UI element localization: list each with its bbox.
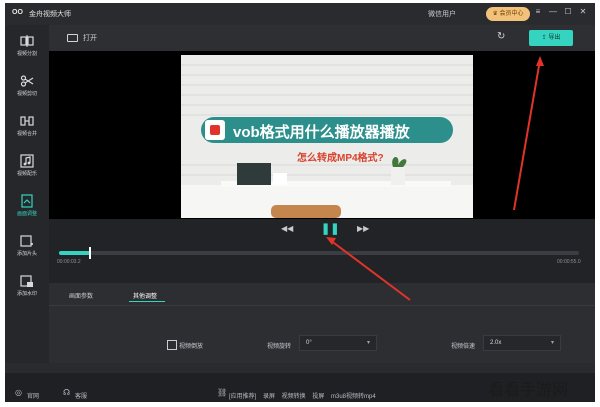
- sidebar-item-adjust[interactable]: 画面调整: [5, 189, 49, 225]
- support-link[interactable]: 客服: [75, 391, 87, 400]
- current-time: 00:00:03.2: [57, 259, 81, 265]
- user-link[interactable]: 微信用户: [428, 9, 456, 19]
- playback-controls: ◀◀ ❚❚ ▶▶ 00:00:03.2 00:00:55.0: [49, 219, 595, 283]
- sidebar-item-cut[interactable]: 视频剪切: [5, 69, 49, 105]
- app-title: 金舟视频大师: [29, 11, 71, 18]
- export-button[interactable]: ⇪ 导出: [529, 30, 573, 46]
- sidebar-item-label: 视频配乐: [16, 171, 37, 177]
- app-logo: OO: [12, 9, 23, 16]
- speed-value: 2.0x: [490, 340, 502, 346]
- crown-icon: ♛: [492, 11, 500, 17]
- sidebar-item-label: 添加水印: [16, 291, 37, 297]
- chevron-down-icon: ▾: [550, 340, 554, 346]
- globe-icon: ◎: [15, 388, 22, 397]
- sidebar-item-intro[interactable]: 添加片头: [5, 229, 49, 265]
- merge-icon: [20, 116, 34, 126]
- video-subtitle-text: 怎么转成MP4格式?: [297, 153, 384, 164]
- sidebar-item-label: 视频合并: [16, 131, 37, 137]
- video-title-badge: [205, 120, 225, 140]
- maximize-icon[interactable]: ☐: [563, 7, 573, 16]
- play-logo-icon: [210, 125, 220, 135]
- link-icon: ⛓: [217, 388, 228, 397]
- title-bar: OO 金舟视频大师 微信用户 ♛ 会员中心 ≡ — ☐ ✕: [5, 3, 595, 25]
- recommended-apps[interactable]: [应用推荐] 录屏 视频转换 投屏 m3u8视频转mp4: [229, 391, 376, 400]
- vip-center-button[interactable]: ♛ 会员中心: [486, 7, 530, 21]
- adjust-icon: [21, 194, 33, 208]
- headset-icon: ☊: [63, 388, 71, 397]
- watermark-icon: [20, 275, 33, 287]
- open-button[interactable]: 打开: [67, 33, 97, 43]
- timeline-handle[interactable]: [89, 247, 92, 259]
- scissors-icon: [20, 75, 34, 87]
- sidebar-item-label: 画面调整: [16, 211, 37, 217]
- intro-icon: [20, 235, 33, 247]
- sidebar: 视频分割 视频剪切 视频合并 视频配乐 画面调整 添加片头 添加水印: [5, 25, 49, 363]
- rotate-select[interactable]: 0° ▾: [299, 335, 377, 351]
- folder-icon: [67, 34, 78, 43]
- timeline-progress: [59, 251, 91, 255]
- rotate-value: 0°: [306, 340, 312, 346]
- fast-forward-icon[interactable]: ▶▶: [357, 224, 369, 233]
- site-watermark: 看看手游网: [488, 382, 569, 399]
- close-icon[interactable]: ✕: [578, 7, 588, 16]
- refresh-icon[interactable]: ↻: [497, 31, 505, 42]
- minimize-icon[interactable]: —: [548, 7, 558, 16]
- rewind-icon[interactable]: ◀◀: [281, 224, 293, 233]
- reverse-checkbox[interactable]: [167, 340, 177, 350]
- sidebar-item-merge[interactable]: 视频合并: [5, 109, 49, 145]
- rotate-label: 视频旋转: [267, 344, 292, 350]
- official-site-link[interactable]: 官网: [27, 391, 39, 400]
- speed-select[interactable]: 2.0x ▾: [483, 335, 561, 351]
- video-title-text: vob格式用什么播放器播放: [233, 124, 410, 141]
- open-label: 打开: [83, 35, 97, 42]
- total-time: 00:00:55.0: [557, 259, 581, 265]
- app-window: OO 金舟视频大师 微信用户 ♛ 会员中心 ≡ — ☐ ✕ 视频分割 视频剪切 …: [5, 3, 595, 402]
- video-preview[interactable]: vob格式用什么播放器播放 怎么转成MP4格式?: [49, 51, 595, 219]
- timeline-track[interactable]: [59, 247, 579, 259]
- sidebar-item-music[interactable]: 视频配乐: [5, 149, 49, 185]
- music-icon: [20, 154, 34, 168]
- sidebar-item-watermark[interactable]: 添加水印: [5, 269, 49, 305]
- sidebar-item-label: 视频剪切: [16, 91, 37, 97]
- pause-icon[interactable]: ❚❚: [321, 222, 339, 235]
- chevron-down-icon: ▾: [366, 340, 370, 346]
- vip-label: 会员中心: [499, 11, 524, 17]
- speed-label: 视频倍速: [451, 344, 476, 350]
- sidebar-item-label: 添加片头: [16, 251, 37, 257]
- menu-icon[interactable]: ≡: [533, 7, 543, 16]
- tab-other-adjust[interactable]: 其他调整: [133, 291, 157, 300]
- toolbar: 打开 ↻ ⇪ 导出: [49, 25, 595, 51]
- reverse-label: 视频倒放: [179, 344, 204, 350]
- sidebar-item-split[interactable]: 视频分割: [5, 29, 49, 65]
- video-frame: vob格式用什么播放器播放 怎么转成MP4格式?: [181, 55, 473, 218]
- export-label: 导出: [548, 35, 561, 41]
- active-tab-indicator: [129, 301, 165, 302]
- panel-divider: [49, 305, 595, 306]
- split-icon: [20, 35, 34, 47]
- sidebar-item-label: 视频分割: [16, 51, 37, 57]
- adjust-panel: 画面参数 其他调整 视频倒放 视频旋转 0° ▾ 视频倍速 2.0x ▾: [49, 283, 595, 363]
- tab-picture-params[interactable]: 画面参数: [69, 291, 93, 300]
